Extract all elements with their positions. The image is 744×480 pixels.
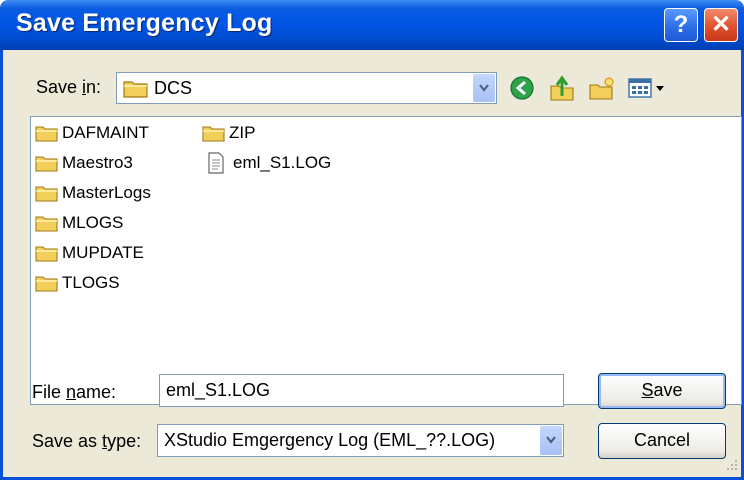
close-button[interactable]: ✕ [704, 8, 738, 42]
list-item[interactable]: MasterLogs [35, 181, 151, 205]
save-button[interactable]: Save [598, 373, 726, 409]
list-item[interactable]: MUPDATE [35, 241, 144, 265]
resize-grip-icon[interactable] [725, 458, 739, 472]
save-in-dropdown-arrow[interactable] [473, 74, 495, 102]
help-button[interactable]: ? [664, 8, 698, 42]
list-item[interactable]: ZIP [202, 121, 255, 145]
folder-icon [35, 126, 58, 142]
views-menu-icon[interactable] [628, 77, 668, 99]
chevron-down-icon [546, 436, 556, 444]
file-name-label: File name: [32, 382, 117, 402]
folder-icon [123, 81, 148, 98]
save-dialog: Save Emergency Log ? ✕ Save in: DCS DAFM… [0, 0, 744, 480]
up-folder-icon[interactable] [548, 74, 576, 102]
file-list[interactable]: DAFMAINT Maestro3 MasterLogs MLOGS MUPDA… [30, 116, 742, 405]
list-item[interactable]: DAFMAINT [35, 121, 149, 145]
folder-icon [35, 156, 58, 172]
new-folder-icon[interactable] [588, 74, 616, 102]
folder-icon [35, 186, 58, 202]
list-item[interactable]: MLOGS [35, 211, 123, 235]
dialog-title: Save Emergency Log [16, 9, 273, 37]
folder-icon [202, 126, 225, 142]
list-item[interactable]: eml_S1.LOG [206, 151, 331, 175]
back-arrow-icon[interactable] [509, 75, 535, 101]
save-as-type-value: XStudio Emgergency Log (EML_??.LOG) [164, 430, 496, 450]
chevron-down-icon [479, 84, 489, 92]
dialog-body: Save in: DCS DAFMAINT Maestro3 MasterLog… [0, 50, 744, 480]
list-item[interactable]: TLOGS [35, 271, 120, 295]
folder-icon [35, 246, 58, 262]
save-in-label: Save in: [36, 77, 102, 97]
save-as-type-dropdown[interactable]: XStudio Emgergency Log (EML_??.LOG) [157, 424, 564, 457]
list-item[interactable]: Maestro3 [35, 151, 133, 175]
save-as-type-label: Save as type: [32, 431, 142, 451]
save-as-type-dropdown-arrow[interactable] [540, 426, 562, 455]
save-in-value: DCS [154, 78, 193, 98]
cancel-button[interactable]: Cancel [598, 423, 726, 459]
file-name-input[interactable]: eml_S1.LOG [159, 374, 564, 407]
folder-icon [35, 276, 58, 292]
title-bar[interactable]: Save Emergency Log ? ✕ [0, 0, 744, 50]
document-icon [208, 152, 224, 174]
folder-icon [35, 216, 58, 232]
save-in-dropdown[interactable]: DCS [116, 72, 497, 104]
